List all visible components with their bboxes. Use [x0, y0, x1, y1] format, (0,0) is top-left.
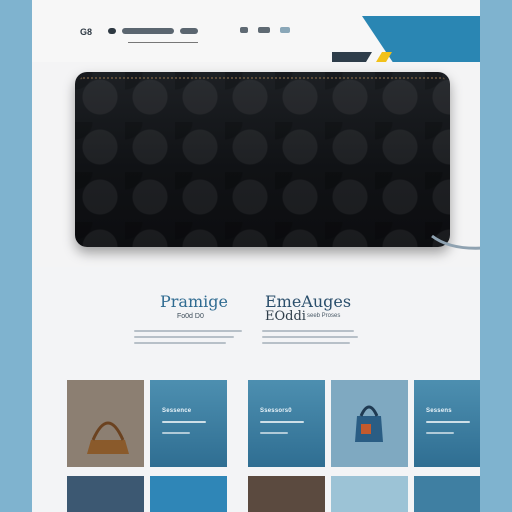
copy-line	[262, 336, 358, 338]
copy-line	[262, 342, 350, 344]
product-grid: Sessence Ssessors0 Sessens	[67, 380, 480, 467]
product-tile-hanging-bag[interactable]	[331, 380, 408, 467]
tile-line	[162, 432, 190, 434]
header-actions	[240, 27, 290, 33]
tile-line	[260, 421, 304, 423]
action-3[interactable]	[280, 27, 290, 33]
grid-gap	[233, 476, 242, 512]
tile-label: Ssessors0	[260, 408, 292, 414]
tile-line	[426, 432, 454, 434]
logo[interactable]: G8	[80, 27, 96, 37]
tile-label: Sessens	[426, 408, 452, 414]
header-rule	[128, 42, 198, 43]
bottom-tile-1[interactable]	[67, 476, 144, 512]
nav-link-2[interactable]	[180, 28, 198, 34]
right-copy	[262, 330, 358, 344]
zipper-pull-icon	[431, 234, 480, 250]
logo-text: G8	[80, 27, 93, 37]
tile-line	[260, 432, 288, 434]
tile-line	[162, 421, 206, 423]
tile-label: Sessence	[162, 408, 192, 414]
action-1[interactable]	[240, 27, 248, 33]
wallet-image[interactable]	[75, 72, 450, 247]
grid-gap	[233, 380, 242, 467]
product-tile-bag[interactable]	[67, 380, 144, 467]
copy-line	[134, 342, 226, 344]
bag-icon	[87, 421, 129, 454]
nav-link-1[interactable]	[122, 28, 174, 34]
hero	[32, 62, 480, 267]
product-tile-info-1[interactable]: Sessence	[150, 380, 227, 467]
page: G8 Pramige EmeAuges Fo0d D0 EOddi seeb P…	[32, 0, 480, 512]
tile-line	[426, 421, 470, 423]
nav-icon[interactable]	[108, 28, 116, 34]
bottom-tile-2[interactable]	[150, 476, 227, 512]
copy-line	[134, 336, 234, 338]
headline-left: Pramige	[160, 292, 228, 311]
bag-icon	[355, 405, 383, 442]
subheading-right-small: seeb Proses	[307, 313, 341, 319]
top-nav	[108, 28, 198, 34]
bottom-tile-3[interactable]	[248, 476, 325, 512]
copy-line	[134, 330, 242, 332]
product-grid-row-2	[67, 476, 480, 512]
action-2[interactable]	[258, 27, 270, 33]
product-tile-info-3[interactable]: Sessens	[414, 380, 480, 467]
wallet-zipper	[80, 77, 445, 83]
product-tile-info-2[interactable]: Ssessors0	[248, 380, 325, 467]
copy-line	[262, 330, 354, 332]
bottom-tile-4[interactable]	[331, 476, 408, 512]
bottom-tile-5[interactable]	[414, 476, 480, 512]
subheading-right-large: EOddi	[265, 309, 306, 324]
left-copy	[134, 330, 242, 344]
subheading-left: Fo0d D0	[177, 313, 204, 320]
